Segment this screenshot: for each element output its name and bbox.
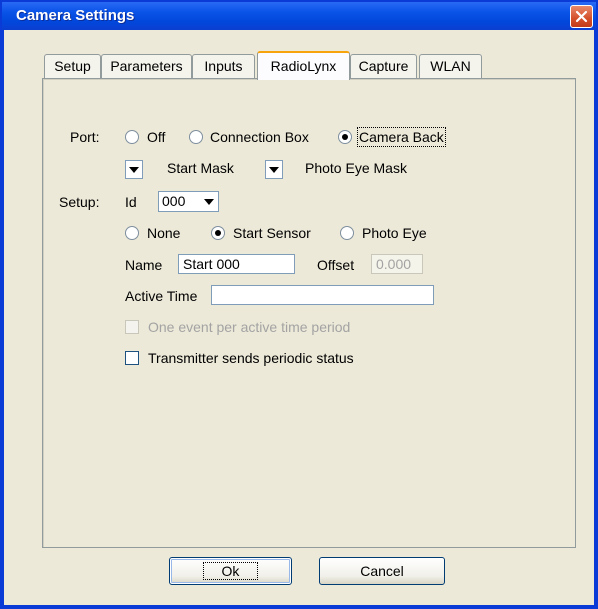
chevron-down-icon[interactable] — [201, 193, 217, 210]
name-input[interactable]: Start 000 — [178, 254, 295, 274]
title-bar[interactable]: Camera Settings — [2, 2, 596, 30]
tab-wlan[interactable]: WLAN — [419, 54, 482, 78]
cancel-button[interactable]: Cancel — [319, 557, 445, 585]
dialog-client-area: Setup Parameters Inputs RadioLynx Captur… — [4, 30, 594, 605]
type-none-radio[interactable] — [125, 226, 139, 240]
one-event-label[interactable]: One event per active time period — [148, 319, 350, 335]
ok-button[interactable]: Ok — [169, 557, 292, 585]
name-label: Name — [125, 257, 163, 273]
cancel-button-label: Cancel — [360, 563, 404, 579]
port-camera-back-label[interactable]: Camera Back — [357, 127, 446, 147]
port-camera-back-radio[interactable] — [338, 130, 352, 144]
id-value: 000 — [162, 193, 186, 209]
tab-parameters[interactable]: Parameters — [101, 54, 192, 78]
active-time-label: Active Time — [125, 288, 198, 304]
periodic-status-label[interactable]: Transmitter sends periodic status — [148, 350, 354, 366]
id-label: Id — [125, 194, 137, 210]
id-select[interactable]: 000 — [158, 191, 219, 212]
offset-input[interactable]: 0.000 — [371, 254, 423, 274]
ok-button-label: Ok — [202, 562, 259, 580]
type-start-sensor-radio[interactable] — [211, 226, 225, 240]
tab-inputs[interactable]: Inputs — [192, 54, 255, 78]
setup-label: Setup: — [59, 194, 100, 210]
tab-radiolynx[interactable]: RadioLynx — [257, 51, 350, 80]
camera-settings-window: Camera Settings Setup Parameters Inputs … — [0, 0, 598, 609]
start-mask-dropdown[interactable] — [125, 160, 143, 179]
photo-eye-mask-label: Photo Eye Mask — [305, 160, 407, 176]
offset-label: Offset — [317, 257, 355, 273]
one-event-checkbox[interactable] — [125, 320, 139, 334]
active-time-input[interactable] — [211, 285, 434, 305]
port-connection-box-label[interactable]: Connection Box — [210, 129, 309, 145]
tab-capture[interactable]: Capture — [350, 54, 417, 78]
tab-setup[interactable]: Setup — [44, 54, 101, 78]
close-button[interactable] — [570, 5, 593, 28]
close-icon — [575, 10, 588, 23]
start-mask-label: Start Mask — [167, 160, 234, 176]
type-start-sensor-label[interactable]: Start Sensor — [233, 225, 311, 241]
type-none-label[interactable]: None — [147, 225, 180, 241]
radiolynx-panel: Port: Off Connection Box Camera Back Sta… — [42, 78, 576, 548]
port-off-label[interactable]: Off — [147, 129, 165, 145]
type-photo-eye-label[interactable]: Photo Eye — [362, 225, 427, 241]
port-connection-box-radio[interactable] — [189, 130, 203, 144]
periodic-status-checkbox[interactable] — [125, 351, 139, 365]
port-off-radio[interactable] — [125, 130, 139, 144]
port-label: Port: — [70, 129, 100, 145]
photo-eye-mask-dropdown[interactable] — [265, 160, 283, 179]
type-photo-eye-radio[interactable] — [340, 226, 354, 240]
window-title: Camera Settings — [16, 7, 135, 24]
